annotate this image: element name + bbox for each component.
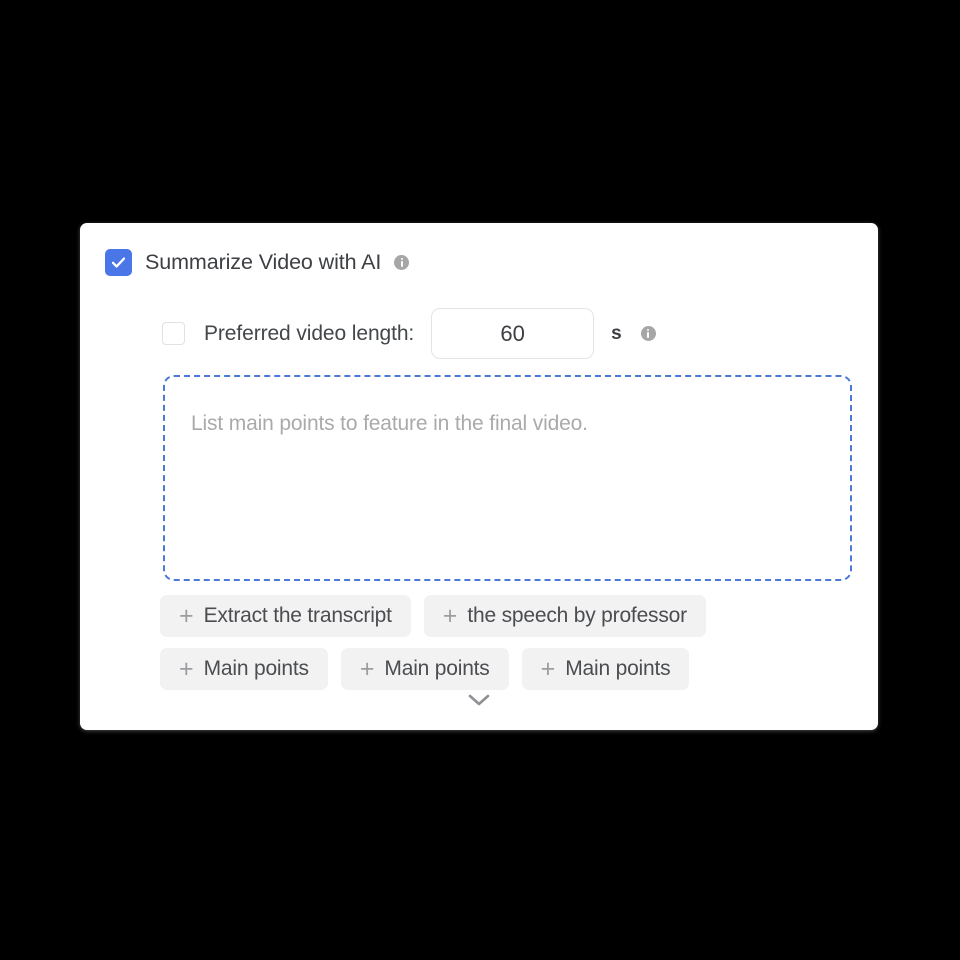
summarize-video-option-row: Summarize Video with AI	[105, 249, 410, 276]
plus-icon: +	[442, 601, 458, 630]
plus-icon: +	[179, 601, 194, 630]
chip-label: Main points	[565, 657, 671, 680]
main-points-textarea[interactable]: List main points to feature in the final…	[163, 375, 852, 581]
chip-label: Extract the transcript	[203, 604, 392, 627]
chevron-down-icon	[468, 694, 490, 706]
chip-extract-the-transcript[interactable]: + Extract the transcript	[160, 595, 411, 637]
preferred-length-checkbox[interactable]	[162, 322, 185, 345]
chip-main-points-1[interactable]: + Main points	[160, 648, 328, 690]
page-background: Summarize Video with AI Preferred video …	[0, 0, 960, 960]
info-stem	[400, 261, 403, 267]
summarize-video-info-icon[interactable]	[394, 255, 410, 270]
chip-the-speech-by-professor[interactable]: + the speech by professor	[423, 595, 706, 637]
chip-main-points-2[interactable]: + Main points	[340, 648, 509, 690]
plus-icon: +	[179, 654, 194, 683]
summarize-video-card: Summarize Video with AI Preferred video …	[80, 223, 878, 730]
preferred-length-row: Preferred video length: 60 s	[162, 308, 656, 359]
chip-label: Main points	[203, 657, 309, 680]
preferred-length-unit: s	[611, 322, 622, 344]
chip-label: the speech by professor	[467, 604, 687, 627]
summarize-video-checkbox[interactable]	[105, 249, 132, 276]
preferred-length-label: Preferred video length:	[204, 321, 415, 345]
chip-label: Main points	[384, 657, 490, 680]
main-points-placeholder: List main points to feature in the final…	[191, 412, 588, 435]
plus-icon: +	[540, 654, 556, 683]
plus-icon: +	[359, 654, 375, 683]
summarize-video-label: Summarize Video with AI	[145, 250, 382, 274]
info-stem	[647, 332, 650, 338]
chip-main-points-3[interactable]: + Main points	[521, 648, 690, 690]
suggestion-chip-row: + Main points + Main points + Main point…	[160, 648, 860, 690]
preferred-length-info-icon[interactable]	[640, 326, 656, 341]
info-dot	[647, 328, 650, 331]
checkmark-icon	[111, 257, 126, 268]
info-dot	[400, 257, 403, 260]
expand-toggle[interactable]	[80, 691, 878, 709]
suggestion-chips: + Extract the transcript + the speech by…	[160, 595, 860, 701]
preferred-length-input[interactable]: 60	[431, 308, 595, 359]
suggestion-chip-row: + Extract the transcript + the speech by…	[160, 595, 860, 637]
